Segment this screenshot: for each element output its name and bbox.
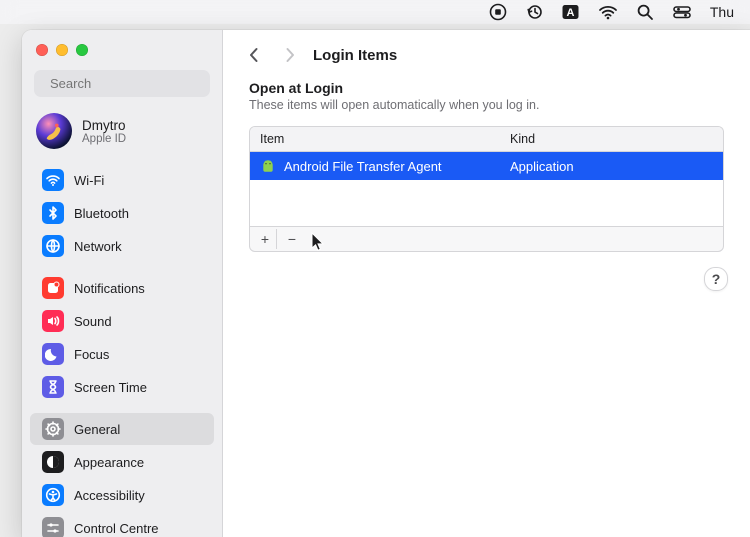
window-controls (22, 44, 222, 70)
sidebar-item-label: Wi-Fi (74, 173, 104, 188)
sidebar-item-network[interactable]: Network (30, 230, 214, 262)
titlebar: Login Items (223, 30, 750, 76)
appearance-icon (42, 451, 64, 473)
time-machine-icon[interactable] (525, 3, 543, 21)
forward-button[interactable] (277, 42, 303, 68)
sidebar-item-control-centre[interactable]: Control Centre (30, 512, 214, 537)
bluetooth-icon (42, 202, 64, 224)
table-footer: + − (249, 226, 724, 252)
sidebar-item-label: Accessibility (74, 488, 145, 503)
table-header-row: Item Kind (250, 127, 723, 152)
wifi-icon[interactable] (598, 3, 618, 21)
page-title: Login Items (313, 47, 397, 64)
spotlight-icon[interactable] (636, 3, 654, 21)
col-kind[interactable]: Kind (500, 127, 723, 151)
user-name: Dmytro (82, 118, 126, 133)
minimize-window-button[interactable] (56, 44, 68, 56)
help-button[interactable]: ? (704, 267, 728, 291)
close-window-button[interactable] (36, 44, 48, 56)
sidebar-item-appearance[interactable]: Appearance (30, 446, 214, 478)
search-input[interactable] (48, 75, 228, 92)
moon-icon (42, 343, 64, 365)
globe-icon (42, 235, 64, 257)
add-item-button[interactable]: + (254, 229, 277, 249)
sidebar-item-label: Control Centre (74, 521, 159, 536)
avatar (36, 113, 72, 149)
system-settings-window: Dmytro Apple ID Wi-Fi Bluetooth Network Not… (22, 30, 750, 537)
sidebar-nav: Wi-Fi Bluetooth Network Notifications Sound F… (22, 163, 222, 537)
sidebar-item-bluetooth[interactable]: Bluetooth (30, 197, 214, 229)
sidebar-item-sound[interactable]: Sound (30, 305, 214, 337)
sidebar-item-label: Focus (74, 347, 109, 362)
content-pane: Login Items Open at Login These items wi… (223, 30, 750, 537)
remove-item-button[interactable]: − (281, 229, 303, 249)
record-icon[interactable] (489, 3, 507, 21)
android-icon (260, 158, 276, 174)
gear-icon (42, 418, 64, 440)
sidebar-item-accessibility[interactable]: Accessibility (30, 479, 214, 511)
sidebar-item-label: Bluetooth (74, 206, 129, 221)
sidebar-item-screen-time[interactable]: Screen Time (30, 371, 214, 403)
sidebar-item-label: Network (74, 239, 122, 254)
speaker-icon (42, 310, 64, 332)
sidebar-item-notifications[interactable]: Notifications (30, 272, 214, 304)
accessibility-icon (42, 484, 64, 506)
sliders-icon (42, 517, 64, 537)
user-subtitle: Apple ID (82, 133, 126, 145)
wifi-icon (42, 169, 64, 191)
row-item-kind: Application (500, 159, 723, 174)
sidebar-item-general[interactable]: General (30, 413, 214, 445)
svg-text:A: A (566, 7, 574, 19)
system-menubar: A Thu (0, 0, 750, 24)
section-title: Open at Login (249, 80, 724, 96)
input-source-icon[interactable]: A (561, 3, 580, 21)
sidebar-item-label: Sound (74, 314, 112, 329)
sidebar-item-wi-fi[interactable]: Wi-Fi (30, 164, 214, 196)
hourglass-icon (42, 376, 64, 398)
back-button[interactable] (241, 42, 267, 68)
sidebar: Dmytro Apple ID Wi-Fi Bluetooth Network Not… (22, 30, 223, 537)
search-field[interactable] (34, 70, 210, 97)
apple-id-row[interactable]: Dmytro Apple ID (22, 109, 222, 163)
sidebar-item-label: Screen Time (74, 380, 147, 395)
login-items-table: Item Kind Android File Transfer Agent App… (249, 126, 724, 226)
sidebar-item-label: Notifications (74, 281, 145, 296)
table-body: Android File Transfer Agent Application (250, 152, 723, 226)
menubar-day[interactable]: Thu (710, 4, 734, 20)
sidebar-item-label: General (74, 422, 120, 437)
row-item-name: Android File Transfer Agent (284, 159, 442, 174)
zoom-window-button[interactable] (76, 44, 88, 56)
col-item[interactable]: Item (250, 127, 500, 151)
table-row[interactable]: Android File Transfer Agent Application (250, 152, 723, 180)
sidebar-item-focus[interactable]: Focus (30, 338, 214, 370)
bell-icon (42, 277, 64, 299)
control-centre-icon[interactable] (672, 3, 692, 21)
section-subtitle: These items will open automatically when… (249, 98, 724, 112)
sidebar-item-label: Appearance (74, 455, 144, 470)
